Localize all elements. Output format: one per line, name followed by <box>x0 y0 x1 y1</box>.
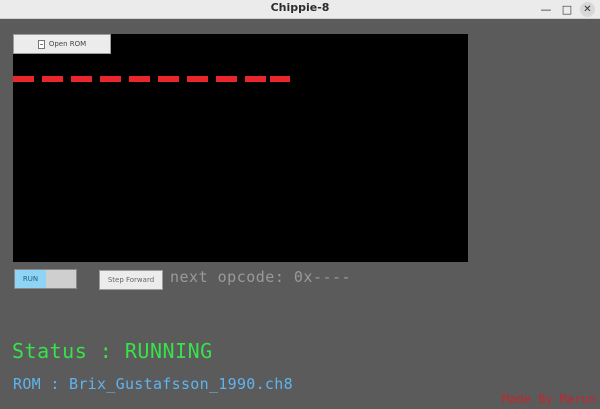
next-opcode-text: next opcode: 0x---- <box>170 268 352 286</box>
run-toggle-track <box>46 270 76 288</box>
display-brick <box>158 76 179 82</box>
display-brick <box>100 76 121 82</box>
display-brick <box>129 76 150 82</box>
display-brick <box>245 76 266 82</box>
display-brick <box>187 76 208 82</box>
credit-text: Made By Marun <box>502 392 596 406</box>
display-brick <box>216 76 237 82</box>
display-brick <box>270 76 290 82</box>
display-brick <box>42 76 63 82</box>
run-toggle-label: RUN <box>15 270 46 288</box>
title-bar: Chippie-8 — □ ✕ <box>0 0 600 19</box>
open-rom-label: Open ROM <box>48 40 87 48</box>
open-rom-button[interactable]: Open ROM <box>13 34 111 54</box>
chip8-display <box>13 34 468 262</box>
run-toggle[interactable]: RUN <box>14 269 77 289</box>
window-title: Chippie-8 <box>270 1 330 14</box>
status-text: Status : RUNNING <box>12 339 213 363</box>
maximize-button[interactable]: □ <box>559 1 575 17</box>
close-button[interactable]: ✕ <box>580 2 595 17</box>
display-brick <box>13 76 34 82</box>
display-brick <box>71 76 92 82</box>
rom-name-text: ROM : Brix_Gustafsson_1990.ch8 <box>13 375 293 393</box>
step-forward-button[interactable]: Step Forward <box>99 270 163 290</box>
minimize-button[interactable]: — <box>538 1 554 17</box>
file-icon <box>37 39 45 49</box>
